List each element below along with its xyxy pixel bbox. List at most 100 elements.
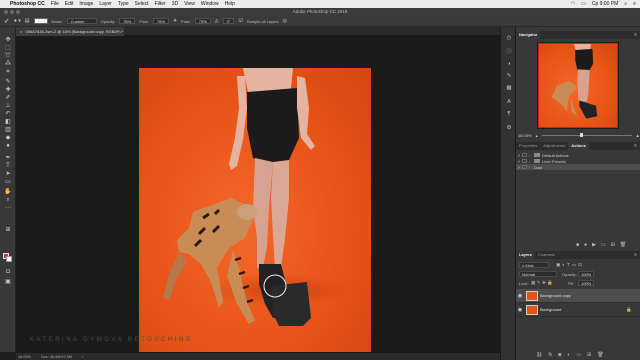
layer-name[interactable]: Background — [540, 307, 561, 312]
menu-file[interactable]: File — [51, 1, 59, 7]
minimize-window-button[interactable] — [10, 10, 14, 14]
navigator-zoom-slider[interactable] — [541, 133, 632, 137]
menu-layer[interactable]: Layer — [99, 1, 112, 7]
edit-toolbar-icon[interactable]: ⊞ — [3, 227, 13, 234]
info-panel-icon[interactable]: ⓘ — [505, 49, 513, 56]
layer-row[interactable]: ◉ Background 🔒 — [516, 303, 640, 317]
canvas-workspace[interactable] — [16, 36, 500, 358]
layer-opacity-field[interactable]: 100% — [578, 271, 594, 277]
layer-row[interactable]: ◉ Background copy — [516, 289, 640, 303]
menu-edit[interactable]: Edit — [65, 1, 74, 7]
tab-channels[interactable]: Channels — [535, 251, 558, 259]
eraser-tool-icon[interactable]: ◧ — [3, 119, 13, 126]
wifi-icon[interactable]: ◠ — [571, 1, 575, 7]
paragraph-panel-icon[interactable]: ¶ — [505, 111, 513, 118]
mode-select[interactable]: Custom — [66, 18, 97, 24]
type-tool-icon[interactable]: T — [3, 163, 13, 170]
brush-preset-picker[interactable]: ● ▾ — [14, 18, 21, 24]
tab-navigator[interactable]: Navigator — [516, 31, 541, 39]
zoom-out-icon[interactable]: ▴ — [536, 133, 538, 138]
hand-tool-icon[interactable]: ✋ — [3, 189, 13, 196]
new-action-icon[interactable]: ⊞ — [611, 242, 615, 248]
menu-select[interactable]: Select — [135, 1, 149, 7]
tab-actions[interactable]: Actions — [568, 142, 589, 150]
new-set-icon[interactable]: ▭ — [601, 242, 606, 248]
move-tool-icon[interactable]: ✥ — [3, 37, 13, 44]
fill-field[interactable]: 100% — [578, 280, 594, 286]
character-panel-icon[interactable]: A — [505, 99, 513, 106]
layers-menu-icon[interactable]: ≡ — [634, 251, 637, 259]
new-layer-icon[interactable]: ⊞ — [587, 352, 591, 358]
gradient-swatch[interactable] — [33, 18, 48, 24]
quick-mask-icon[interactable]: ◘ — [3, 269, 13, 276]
brush-tool-icon[interactable]: ✐ — [3, 95, 13, 102]
menu-type[interactable]: Type — [118, 1, 129, 7]
lasso-tool-icon[interactable]: ➰ — [3, 53, 13, 60]
swatches-panel-icon[interactable]: ▦ — [505, 85, 513, 92]
visibility-eye-icon[interactable]: ◉ — [516, 307, 524, 313]
menu-filter[interactable]: Filter — [155, 1, 166, 7]
pen-tool-icon[interactable]: ✒ — [3, 155, 13, 162]
tool-presets-panel-icon[interactable]: ⚙ — [505, 125, 513, 132]
zoom-in-icon[interactable]: ▲ — [636, 133, 640, 138]
sample-layers-checkbox[interactable]: ☑ — [238, 18, 242, 24]
battery-icon[interactable]: ▭ — [581, 1, 586, 7]
tab-properties[interactable]: Properties — [516, 142, 540, 150]
eyedropper-tool-icon[interactable]: ✎ — [3, 79, 13, 86]
crop-tool-icon[interactable]: ⌗ — [3, 69, 13, 76]
document-photo[interactable] — [139, 68, 371, 358]
screen-mode-icon[interactable]: ▣ — [3, 279, 13, 286]
zoom-slider-knob[interactable] — [579, 133, 583, 137]
more-tools-icon[interactable]: ⋯ — [3, 205, 13, 212]
clone-stamp-tool-icon[interactable]: ⊥ — [3, 103, 13, 110]
clock[interactable]: Cp 9:00 PM — [592, 1, 618, 7]
brush-panel-icon[interactable]: ✎ — [505, 73, 513, 80]
blend-mode-select[interactable]: Normal — [519, 271, 557, 277]
angle-icon[interactable]: ◬ — [215, 18, 219, 24]
document-tab[interactable]: × 006A7636-2sm-2 @ 18% (Background copy,… — [16, 27, 124, 36]
gradient-tool-icon[interactable]: ▥ — [3, 127, 13, 134]
record-action-icon[interactable]: ● — [584, 242, 587, 248]
menu-window[interactable]: Window — [201, 1, 219, 7]
menu-3d[interactable]: 3D — [172, 1, 178, 7]
tab-layers[interactable]: Layers — [516, 251, 535, 259]
menu-image[interactable]: Image — [79, 1, 93, 7]
adjustment-layer-icon[interactable]: ◐ — [567, 352, 570, 358]
adjustments-panel-icon[interactable]: ◑ — [505, 61, 513, 68]
action-dialog-toggle[interactable] — [522, 159, 527, 163]
app-menu[interactable]: Photoshop CC — [10, 1, 45, 7]
navigator-zoom-value[interactable]: 18.03% — [518, 133, 532, 138]
dodge-tool-icon[interactable]: ● — [3, 143, 13, 150]
blur-tool-icon[interactable]: ◆ — [3, 135, 13, 142]
tab-adjustments[interactable]: Adjustments — [540, 142, 568, 150]
brush-settings-icon[interactable]: ▤ — [25, 18, 30, 24]
zoom-tool-icon[interactable]: ⌕ — [3, 197, 13, 204]
menu-view[interactable]: View — [184, 1, 195, 7]
path-select-tool-icon[interactable]: ➤ — [3, 171, 13, 178]
close-window-button[interactable] — [4, 10, 8, 14]
navigator-view-box[interactable] — [538, 43, 618, 128]
play-action-icon[interactable]: ▶ — [592, 242, 596, 248]
action-dialog-toggle[interactable] — [522, 153, 527, 157]
close-document-icon[interactable]: × — [20, 29, 22, 34]
pressure-size-icon[interactable]: ◎ — [283, 18, 287, 24]
layer-style-icon[interactable]: fx — [548, 352, 552, 358]
visibility-eye-icon[interactable]: ◉ — [516, 293, 524, 299]
link-layers-icon[interactable]: ⛓ — [536, 352, 542, 358]
pressure-flow-field[interactable]: 73% — [194, 18, 211, 24]
status-zoom[interactable]: 18.03% — [18, 355, 31, 359]
new-group-icon[interactable]: ▭ — [576, 352, 581, 358]
brush-tool-icon[interactable]: ✓ — [4, 17, 10, 25]
zoom-window-button[interactable] — [16, 10, 20, 14]
navigator-thumbnail[interactable] — [537, 42, 619, 129]
delete-action-icon[interactable]: 🗑 — [620, 242, 626, 248]
magic-wand-tool-icon[interactable]: ⁂ — [3, 61, 13, 68]
action-row[interactable]: ✓ › Dust — [516, 164, 640, 170]
status-expand-icon[interactable]: › — [82, 355, 83, 359]
opacity-field[interactable]: 76% — [119, 18, 136, 24]
layer-filter-select[interactable]: ⌕ Kind — [519, 262, 549, 268]
angle-field[interactable]: 0° — [222, 18, 235, 24]
layer-name[interactable]: Background copy — [540, 293, 571, 298]
healing-brush-tool-icon[interactable]: ✚ — [3, 87, 13, 94]
menu-help[interactable]: Help — [225, 1, 235, 7]
